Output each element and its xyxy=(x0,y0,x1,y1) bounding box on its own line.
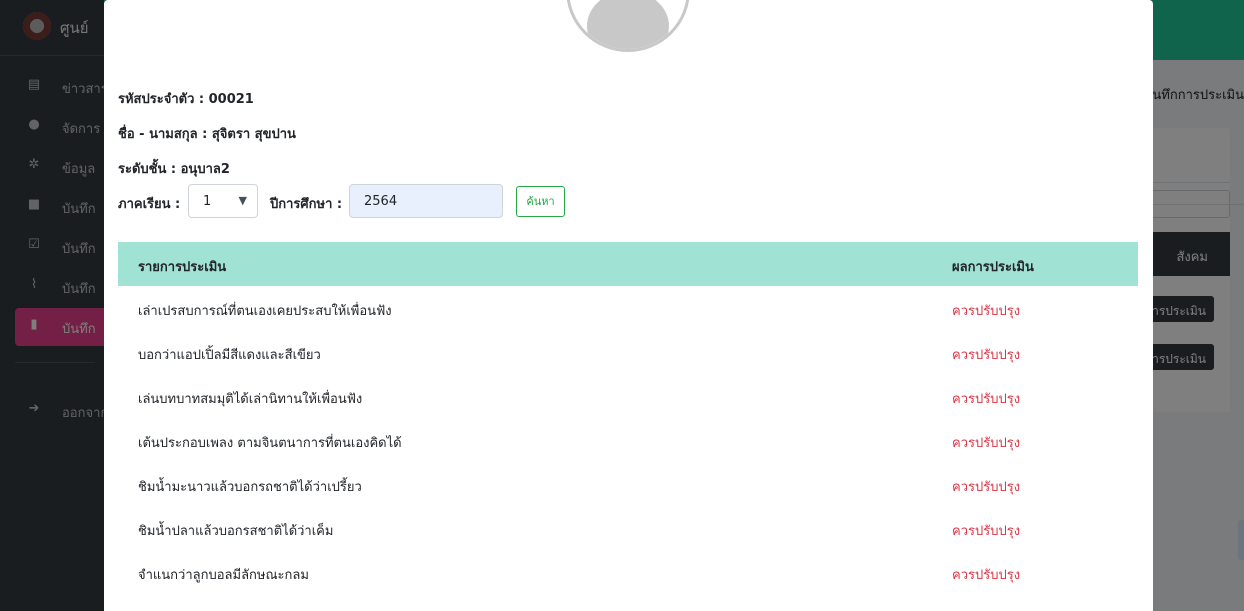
table-row: จำแนกว่าลูกบอลมีลักษณะกลม ควรปรับปรุง xyxy=(118,550,1138,594)
search-button[interactable]: ค้นหา xyxy=(516,186,565,217)
evaluation-item: เต้นประกอบเพลง ตามจินตนาการที่ตนเองคิดได… xyxy=(138,436,402,451)
avatar-placeholder-icon xyxy=(587,0,669,49)
table-header-row: รายการประเมิน ผลการประเมิน xyxy=(118,242,1138,286)
term-select[interactable]: 1 ▼ xyxy=(188,184,258,218)
table-row: เล่าเปรสบการณ์ที่ตนเองเคยประสบให้เพื่อนฟ… xyxy=(118,286,1138,330)
table-row: ชิมน้ำมะนาวแล้วบอกรถชาติได้ว่าเปรี้ยว คว… xyxy=(118,462,1138,506)
evaluation-result: ควรปรับปรุง xyxy=(952,304,1021,319)
evaluation-item: จำแนกว่าลูกบอลมีลักษณะกลม xyxy=(138,568,309,583)
table-row: ชิมน้ำปลาแล้วบอกรสชาติได้ว่าเค็ม ควรปรับ… xyxy=(118,506,1138,550)
evaluation-result: ควรปรับปรุง xyxy=(952,348,1021,363)
scroll-edge-tab[interactable] xyxy=(1238,520,1244,560)
evaluation-result: ควรปรับปรุง xyxy=(952,436,1021,451)
student-avatar xyxy=(566,0,690,52)
evaluation-item: บอกว่าแอปเปิ้ลมีสีแดงและสีเขียว xyxy=(138,348,321,363)
term-label: ภาคเรียน : xyxy=(118,197,181,212)
column-header-item: รายการประเมิน xyxy=(138,260,227,275)
assessment-modal: รหัสประจำตัว : 00021 ชื่อ - นามสกุล : สุ… xyxy=(104,0,1153,611)
year-input[interactable] xyxy=(349,184,503,218)
chevron-down-icon: ▼ xyxy=(238,194,247,207)
filter-row: ภาคเรียน : 1 ▼ ปีการศึกษา : ค้นหา xyxy=(118,184,718,220)
evaluation-result: ควรปรับปรุง xyxy=(952,524,1021,539)
evaluation-item: เล่าเปรสบการณ์ที่ตนเองเคยประสบให้เพื่อนฟ… xyxy=(138,304,392,319)
table-row: บอกว่าแอปเปิ้ลมีสีแดงและสีเขียว ควรปรับป… xyxy=(118,330,1138,374)
term-select-value: 1 xyxy=(203,194,212,209)
evaluation-result: ควรปรับปรุง xyxy=(952,392,1021,407)
table-row: เต้นประกอบเพลง ตามจินตนาการที่ตนเองคิดได… xyxy=(118,418,1138,462)
student-name: ชื่อ - นามสกุล : สุจิตรา สุขปาน xyxy=(118,127,296,142)
evaluation-result: ควรปรับปรุง xyxy=(952,568,1021,583)
evaluation-item: ชิมน้ำปลาแล้วบอกรสชาติได้ว่าเค็ม xyxy=(138,524,334,539)
column-header-result: ผลการประเมิน xyxy=(952,260,1034,275)
student-id: รหัสประจำตัว : 00021 xyxy=(118,92,254,107)
evaluation-result: ควรปรับปรุง xyxy=(952,480,1021,495)
table-row: เล่นบทบาทสมมุติได้เล่านิทานให้เพื่อนฟัง … xyxy=(118,374,1138,418)
evaluation-table: รายการประเมิน ผลการประเมิน เล่าเปรสบการณ… xyxy=(118,242,1138,594)
evaluation-item: เล่นบทบาทสมมุติได้เล่านิทานให้เพื่อนฟัง xyxy=(138,392,363,407)
year-label: ปีการศึกษา : xyxy=(270,197,343,212)
evaluation-item: ชิมน้ำมะนาวแล้วบอกรถชาติได้ว่าเปรี้ยว xyxy=(138,480,362,495)
student-level: ระดับชั้น : อนุบาล2 xyxy=(118,162,230,177)
